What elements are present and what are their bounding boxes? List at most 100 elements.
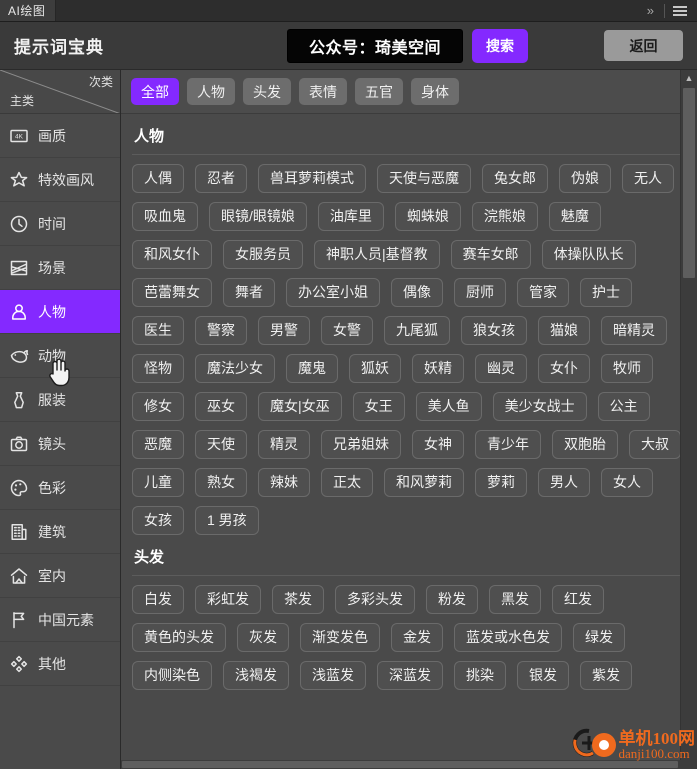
- tag-item[interactable]: 公主: [597, 392, 650, 421]
- tag-item[interactable]: 和风萝莉: [384, 468, 464, 497]
- filter-tab-1[interactable]: 人物: [187, 78, 235, 105]
- tag-item[interactable]: 青少年: [475, 430, 541, 459]
- tag-item[interactable]: 暗精灵: [601, 316, 667, 345]
- horizontal-scrollbar[interactable]: [121, 760, 697, 769]
- filter-tab-4[interactable]: 五官: [355, 78, 403, 105]
- tag-item[interactable]: 兄弟姐妹: [321, 430, 401, 459]
- tag-item[interactable]: 修女: [132, 392, 184, 421]
- tag-item[interactable]: 儿童: [132, 468, 184, 497]
- tag-item[interactable]: 恶魔: [132, 430, 184, 459]
- search-button[interactable]: 搜索: [472, 29, 528, 63]
- tag-item[interactable]: 美少女战士: [492, 392, 587, 421]
- tag-item[interactable]: 正太: [321, 468, 373, 497]
- tag-item[interactable]: 吸血鬼: [132, 202, 198, 231]
- tag-item[interactable]: 女王: [352, 392, 405, 421]
- tag-item[interactable]: 金发: [391, 623, 443, 652]
- tag-item[interactable]: 管家: [517, 278, 569, 307]
- tag-item[interactable]: 浣熊娘: [471, 202, 538, 231]
- filter-tab-2[interactable]: 头发: [243, 78, 291, 105]
- tag-item[interactable]: 熟女: [195, 468, 247, 497]
- window-tab-ai-drawing[interactable]: AI绘图: [0, 0, 57, 21]
- tag-item[interactable]: 天使与恶魔: [377, 164, 471, 193]
- tag-item[interactable]: 深蓝发: [377, 661, 443, 690]
- tag-item[interactable]: 人偶: [132, 164, 184, 193]
- sidebar-item-7[interactable]: 镜头: [0, 422, 120, 466]
- tag-item[interactable]: 萝莉: [475, 468, 527, 497]
- tag-item[interactable]: 渐变发色: [300, 623, 380, 652]
- sidebar-item-3[interactable]: 场景: [0, 246, 120, 290]
- tag-item[interactable]: 魅魔: [548, 202, 601, 231]
- vertical-scrollbar-thumb[interactable]: [683, 88, 695, 278]
- vertical-scrollbar[interactable]: ▲: [680, 70, 697, 769]
- filter-tab-0[interactable]: 全部: [131, 78, 179, 105]
- tag-item[interactable]: 厨师: [454, 278, 506, 307]
- tag-item[interactable]: 黑发: [489, 585, 541, 614]
- tag-item[interactable]: 偶像: [391, 278, 443, 307]
- tag-item[interactable]: 精灵: [258, 430, 310, 459]
- sidebar-item-1[interactable]: 特效画风: [0, 158, 120, 202]
- sidebar-item-10[interactable]: 室内: [0, 554, 120, 598]
- tag-item[interactable]: 猫娘: [538, 316, 590, 345]
- tag-item[interactable]: 兽耳萝莉模式: [258, 164, 366, 193]
- tag-item[interactable]: 护士: [580, 278, 632, 307]
- tag-item[interactable]: 美人鱼: [415, 392, 482, 421]
- tag-item[interactable]: 魔法少女: [195, 354, 275, 383]
- tag-item[interactable]: 大叔: [629, 430, 681, 459]
- tag-item[interactable]: 医生: [132, 316, 184, 345]
- tag-item[interactable]: 浅褐发: [223, 661, 289, 690]
- tag-item[interactable]: 狼女孩: [461, 316, 527, 345]
- sidebar-item-12[interactable]: 其他: [0, 642, 120, 686]
- tag-item[interactable]: 紫发: [580, 661, 632, 690]
- sidebar-item-9[interactable]: 建筑: [0, 510, 120, 554]
- tag-item[interactable]: 怪物: [132, 354, 184, 383]
- chevron-double-right-icon[interactable]: »: [643, 2, 658, 19]
- tag-item[interactable]: 银发: [517, 661, 569, 690]
- horizontal-scrollbar-thumb[interactable]: [122, 761, 678, 768]
- tag-item[interactable]: 黄色的头发: [132, 623, 226, 652]
- tag-item[interactable]: 蜘蛛娘: [394, 202, 461, 231]
- tag-item[interactable]: 蓝发或水色发: [454, 623, 562, 652]
- filter-tab-5[interactable]: 身体: [411, 78, 459, 105]
- hamburger-menu-icon[interactable]: [671, 3, 689, 19]
- tag-item[interactable]: 忍者: [195, 164, 247, 193]
- tag-item[interactable]: 芭蕾舞女: [132, 278, 212, 307]
- tag-item[interactable]: 女神: [412, 430, 464, 459]
- chevron-up-icon[interactable]: ▲: [681, 70, 697, 85]
- tag-item[interactable]: 巫女: [195, 392, 247, 421]
- tag-item[interactable]: 女人: [601, 468, 653, 497]
- tag-item[interactable]: 舞者: [223, 278, 275, 307]
- tag-item[interactable]: 男人: [538, 468, 590, 497]
- tag-item[interactable]: 幽灵: [475, 354, 527, 383]
- tag-item[interactable]: 女服务员: [223, 240, 303, 269]
- sidebar-item-0[interactable]: 4K 画质: [0, 114, 120, 158]
- tag-item[interactable]: 彩虹发: [195, 585, 261, 614]
- tag-item[interactable]: 红发: [552, 585, 604, 614]
- sidebar-item-4[interactable]: 人物: [0, 290, 120, 334]
- sidebar-item-2[interactable]: 时间: [0, 202, 120, 246]
- tag-item[interactable]: 浅蓝发: [300, 661, 366, 690]
- filter-tab-3[interactable]: 表情: [299, 78, 347, 105]
- tag-item[interactable]: 体操队队长: [541, 240, 636, 269]
- tag-item[interactable]: 天使: [195, 430, 247, 459]
- tag-item[interactable]: 狐妖: [349, 354, 401, 383]
- tag-item[interactable]: 女仆: [538, 354, 590, 383]
- tag-item[interactable]: 多彩头发: [335, 585, 415, 614]
- tag-item[interactable]: 九尾狐: [384, 316, 450, 345]
- tag-item[interactable]: 兔女郎: [482, 164, 548, 193]
- tag-item[interactable]: 辣妹: [258, 468, 310, 497]
- tag-item[interactable]: 伪娘: [559, 164, 611, 193]
- tag-item[interactable]: 绿发: [573, 623, 625, 652]
- sidebar-item-11[interactable]: 中国元素: [0, 598, 120, 642]
- tag-item[interactable]: 粉发: [426, 585, 478, 614]
- tag-item[interactable]: 女警: [321, 316, 373, 345]
- tag-item[interactable]: 挑染: [454, 661, 506, 690]
- tag-item[interactable]: 灰发: [237, 623, 289, 652]
- sidebar-item-6[interactable]: 服装: [0, 378, 120, 422]
- tag-item[interactable]: 神职人员|基督教: [314, 240, 440, 269]
- tag-item[interactable]: 油库里: [317, 202, 384, 231]
- tag-item[interactable]: 无人: [622, 164, 674, 193]
- tag-item[interactable]: 眼镜/眼镜娘: [209, 202, 307, 231]
- sidebar-item-8[interactable]: 色彩: [0, 466, 120, 510]
- tag-item[interactable]: 魔鬼: [286, 354, 338, 383]
- tag-item[interactable]: 和风女仆: [132, 240, 212, 269]
